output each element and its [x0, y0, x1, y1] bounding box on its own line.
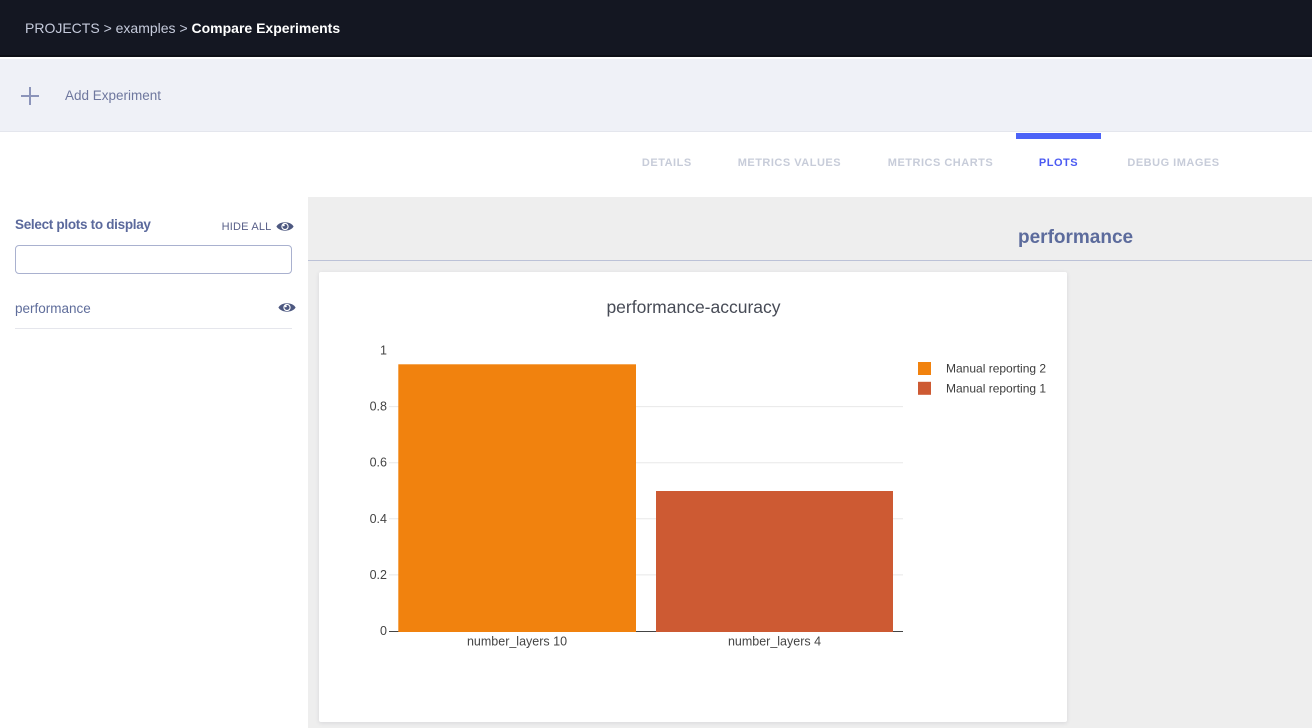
svg-text:Manual reporting 1: Manual reporting 1 — [946, 381, 1046, 395]
svg-text:0.4: 0.4 — [370, 512, 387, 526]
svg-text:0: 0 — [380, 624, 387, 638]
svg-text:0.8: 0.8 — [370, 400, 387, 414]
svg-text:Manual reporting 2: Manual reporting 2 — [946, 362, 1046, 376]
svg-text:number_layers 4: number_layers 4 — [728, 635, 821, 649]
svg-text:0.6: 0.6 — [370, 456, 387, 470]
svg-text:number_layers 10: number_layers 10 — [467, 635, 567, 649]
svg-text:1: 1 — [380, 344, 387, 358]
svg-text:performance-accuracy: performance-accuracy — [606, 297, 780, 317]
svg-text:0.2: 0.2 — [370, 568, 387, 582]
